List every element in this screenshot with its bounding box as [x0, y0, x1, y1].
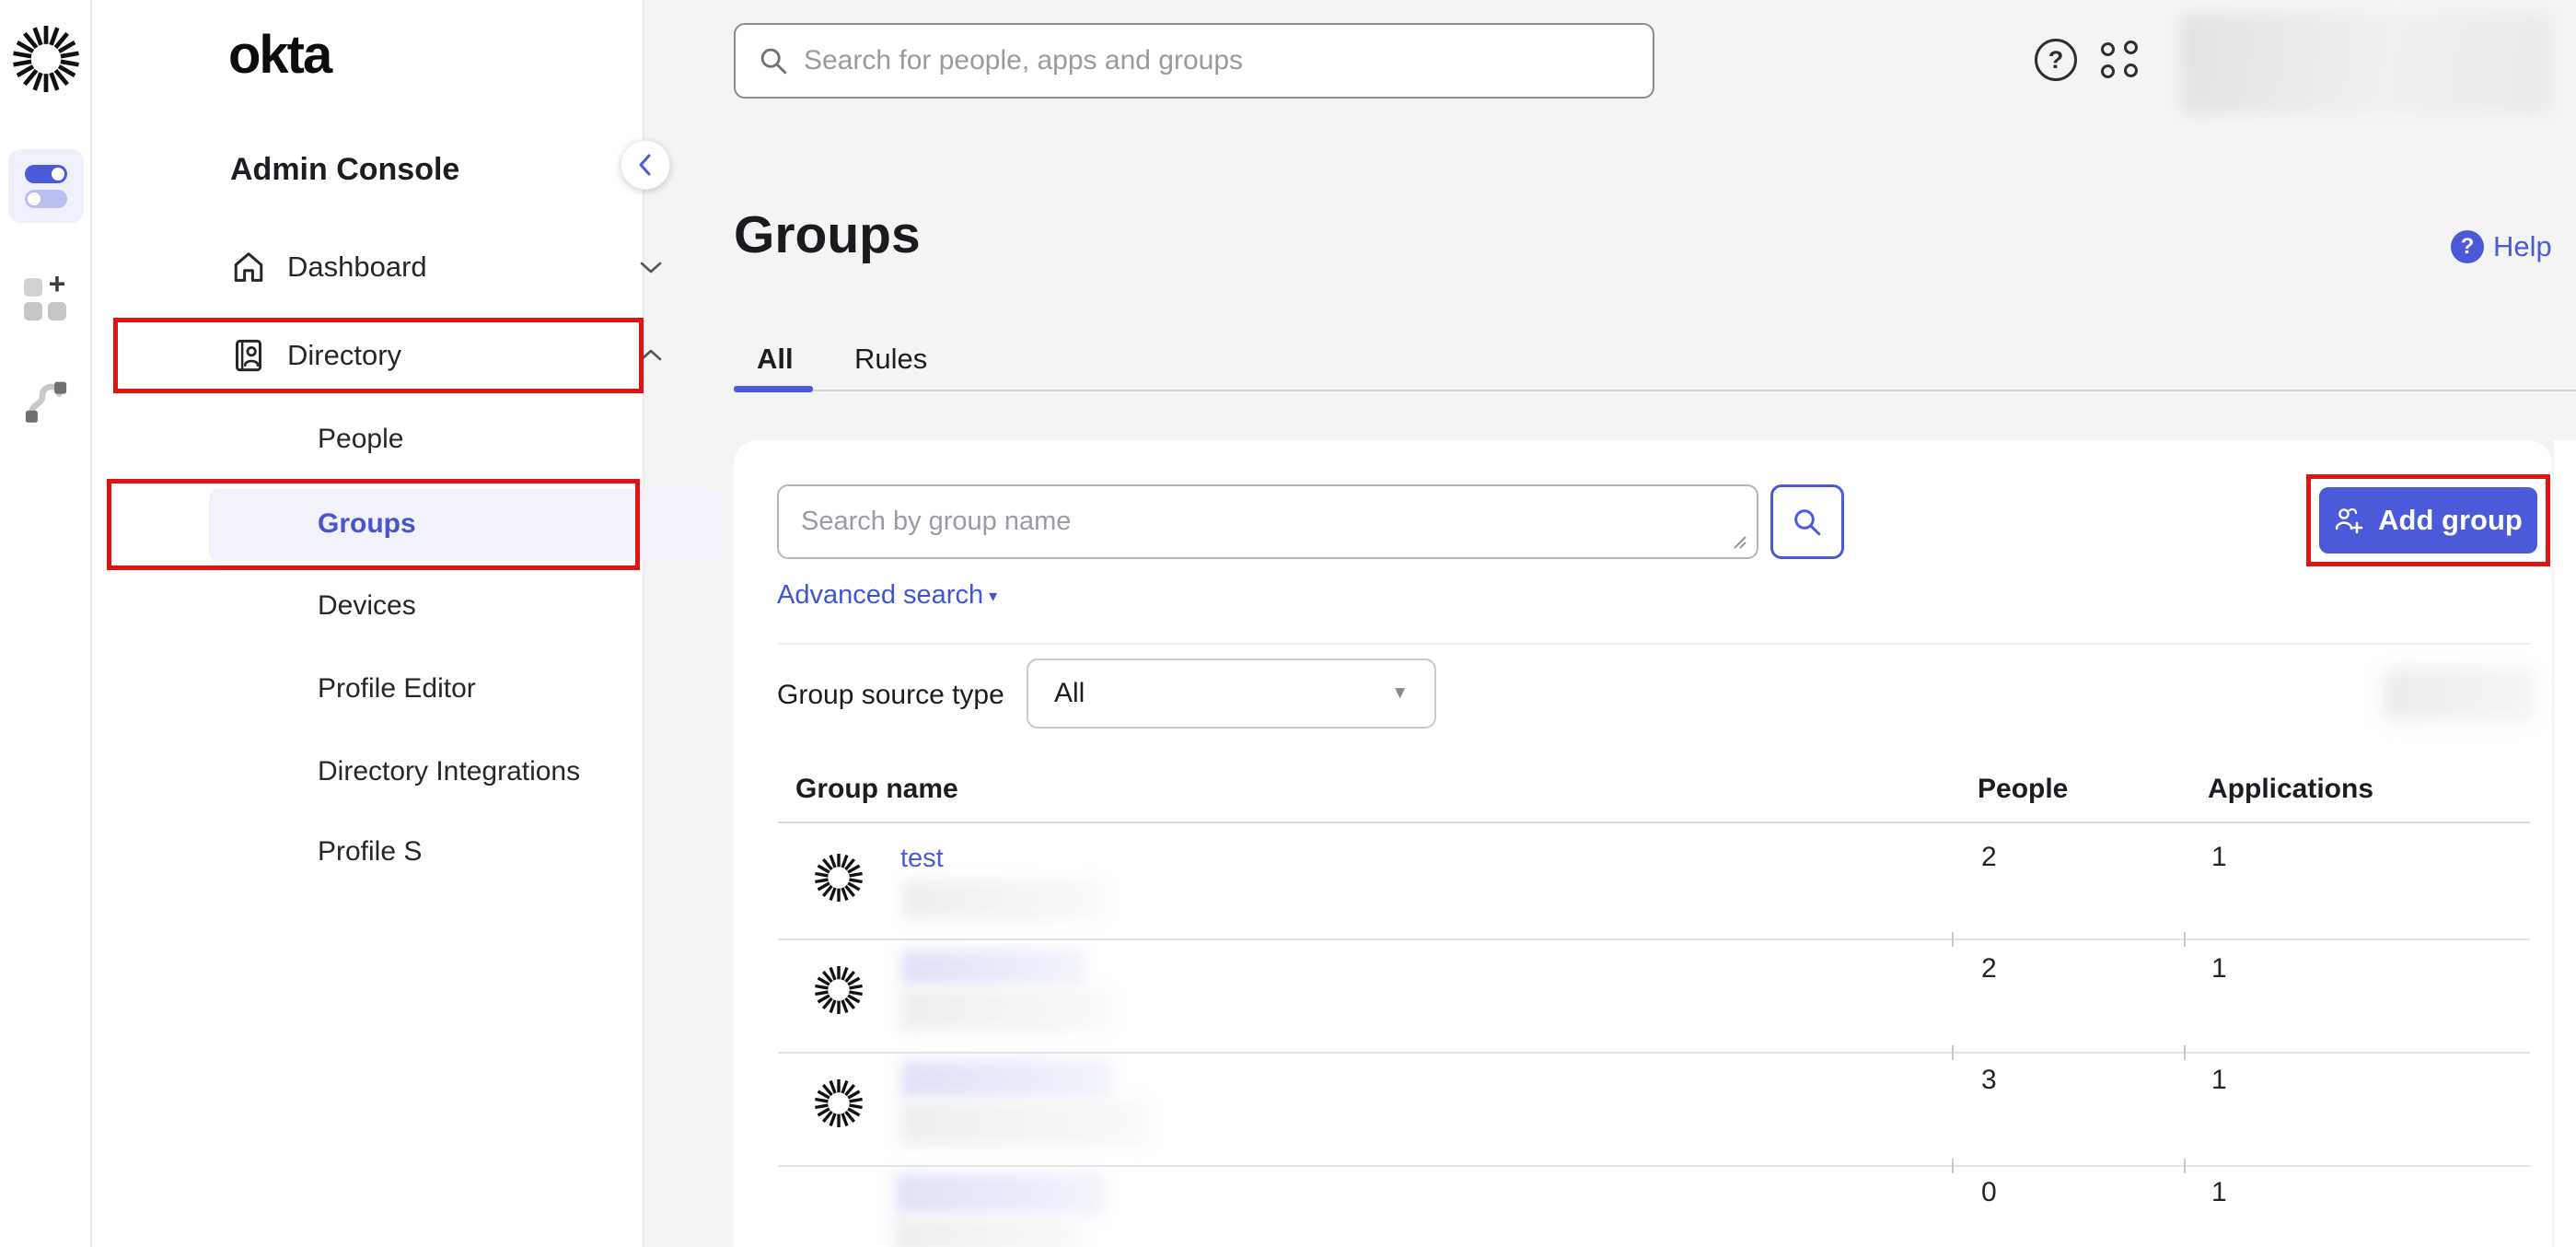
- applications-count: 1: [2211, 953, 2227, 985]
- okta-admin-console: + okta Admin Console Dashboard: [0, 0, 2576, 1247]
- sidebar-item-label: Groups: [318, 508, 416, 540]
- sidebar-item-dashboard[interactable]: Dashboard: [230, 239, 672, 295]
- directory-card-icon: [230, 337, 267, 374]
- tab-divider: [734, 390, 2576, 391]
- applications-count: 1: [2211, 1177, 2227, 1208]
- column-tick: [2184, 1045, 2186, 1060]
- chevron-up-icon: [639, 347, 663, 364]
- sidebar-item-profile-editor[interactable]: Profile Editor: [318, 673, 476, 705]
- tab-rules[interactable]: Rules: [854, 343, 927, 376]
- help-badge-icon: ?: [2451, 230, 2484, 263]
- group-avatar-spinner-icon: [815, 966, 863, 1014]
- column-tick: [1952, 1159, 1954, 1173]
- group-source-type-dropdown[interactable]: All ▼: [1027, 658, 1436, 728]
- active-tab-underline: [734, 386, 813, 392]
- people-count: 2: [1981, 842, 1997, 873]
- blurred-group-description: [900, 1101, 1150, 1145]
- global-search[interactable]: [734, 23, 1654, 99]
- group-search-box: [777, 484, 1758, 559]
- column-tick: [1952, 932, 1954, 947]
- sidebar: okta Admin Console Dashboard Directory: [92, 0, 644, 1247]
- sidebar-item-groups-selected[interactable]: Groups: [209, 489, 722, 561]
- row-divider: [778, 1052, 2530, 1054]
- applications-count: 1: [2211, 842, 2227, 873]
- toggles-icon: [25, 165, 67, 208]
- add-group-label: Add group: [2378, 504, 2523, 537]
- sidebar-item-directory[interactable]: Directory: [230, 328, 672, 383]
- scrollbar-track[interactable]: [2554, 440, 2576, 1247]
- blurred-control: [2385, 669, 2534, 720]
- blurred-group-name[interactable]: [900, 950, 1085, 986]
- blurred-group-description: [900, 988, 1110, 1031]
- row-divider: [778, 1165, 2530, 1167]
- search-icon: [1791, 506, 1824, 539]
- sidebar-item-directory-integrations[interactable]: Directory Integrations: [318, 756, 580, 787]
- workflow-icon: [22, 379, 70, 427]
- sidebar-item-people[interactable]: People: [318, 424, 403, 455]
- advanced-search-link[interactable]: Advanced search ▾: [777, 580, 997, 611]
- col-header-people: People: [1978, 774, 2068, 805]
- advanced-search-label: Advanced search: [777, 580, 983, 610]
- okta-wordmark: okta: [228, 24, 331, 86]
- sidebar-item-devices[interactable]: Devices: [318, 590, 416, 622]
- group-search-button[interactable]: [1770, 484, 1844, 559]
- search-icon: [758, 45, 789, 76]
- global-search-input[interactable]: [804, 45, 1630, 76]
- tab-all[interactable]: All: [757, 343, 794, 376]
- caret-down-icon: ▾: [989, 587, 997, 605]
- home-icon: [230, 249, 267, 286]
- group-source-type-label: Group source type: [777, 680, 1004, 711]
- column-tick: [2184, 1159, 2186, 1173]
- help-icon[interactable]: ?: [2035, 39, 2077, 81]
- people-count: 0: [1981, 1177, 1997, 1208]
- add-group-icon: [2334, 507, 2365, 534]
- rail-item-apps[interactable]: +: [8, 262, 84, 335]
- sidebar-collapse-button[interactable]: [621, 140, 670, 190]
- table-header-border: [778, 822, 2530, 823]
- console-title: Admin Console: [230, 152, 459, 188]
- column-tick: [2184, 932, 2186, 947]
- col-header-applications: Applications: [2208, 774, 2373, 805]
- sidebar-item-profile-sources[interactable]: Profile S: [318, 836, 422, 868]
- people-count: 2: [1981, 953, 1997, 985]
- group-link-test[interactable]: test: [900, 844, 944, 874]
- okta-spinner-logo-icon: [13, 26, 79, 92]
- rail-item-workflows[interactable]: [8, 367, 84, 440]
- blurred-group-name[interactable]: [900, 1060, 1110, 1099]
- applications-count: 1: [2211, 1065, 2227, 1096]
- col-header-group-name: Group name: [795, 774, 958, 805]
- caret-down-icon: ▼: [1391, 683, 1409, 704]
- toolbar-divider: [778, 643, 2530, 645]
- blurred-group-description: [895, 1217, 1084, 1247]
- chevron-left-icon: [636, 153, 655, 177]
- group-avatar-spinner-icon: [815, 1079, 863, 1127]
- group-search-input[interactable]: [779, 486, 1757, 557]
- dropdown-value: All: [1054, 678, 1085, 709]
- rail-item-admin-toggle[interactable]: [8, 149, 84, 223]
- user-account-blurred[interactable]: [2180, 13, 2552, 114]
- help-link-label: Help: [2493, 230, 2552, 263]
- add-group-button[interactable]: Add group: [2319, 487, 2537, 554]
- people-count: 3: [1981, 1065, 1997, 1096]
- blurred-group-description: [903, 880, 1104, 919]
- help-link[interactable]: ? Help: [2451, 230, 2552, 263]
- row-divider: [778, 938, 2530, 940]
- page-title: Groups: [734, 204, 921, 265]
- apps-grid-plus-icon: +: [22, 274, 70, 322]
- column-tick: [1952, 1045, 1954, 1060]
- sidebar-item-label: Directory: [287, 339, 401, 372]
- sidebar-item-label: Dashboard: [287, 251, 427, 284]
- group-avatar-spinner-icon: [815, 854, 863, 902]
- icon-rail: +: [0, 0, 92, 1247]
- chevron-down-icon: [639, 259, 663, 275]
- groups-panel: Add group Advanced search ▾ Group source …: [734, 440, 2552, 1247]
- app-switcher-icon[interactable]: [2101, 41, 2145, 83]
- blurred-group-name[interactable]: [895, 1173, 1104, 1215]
